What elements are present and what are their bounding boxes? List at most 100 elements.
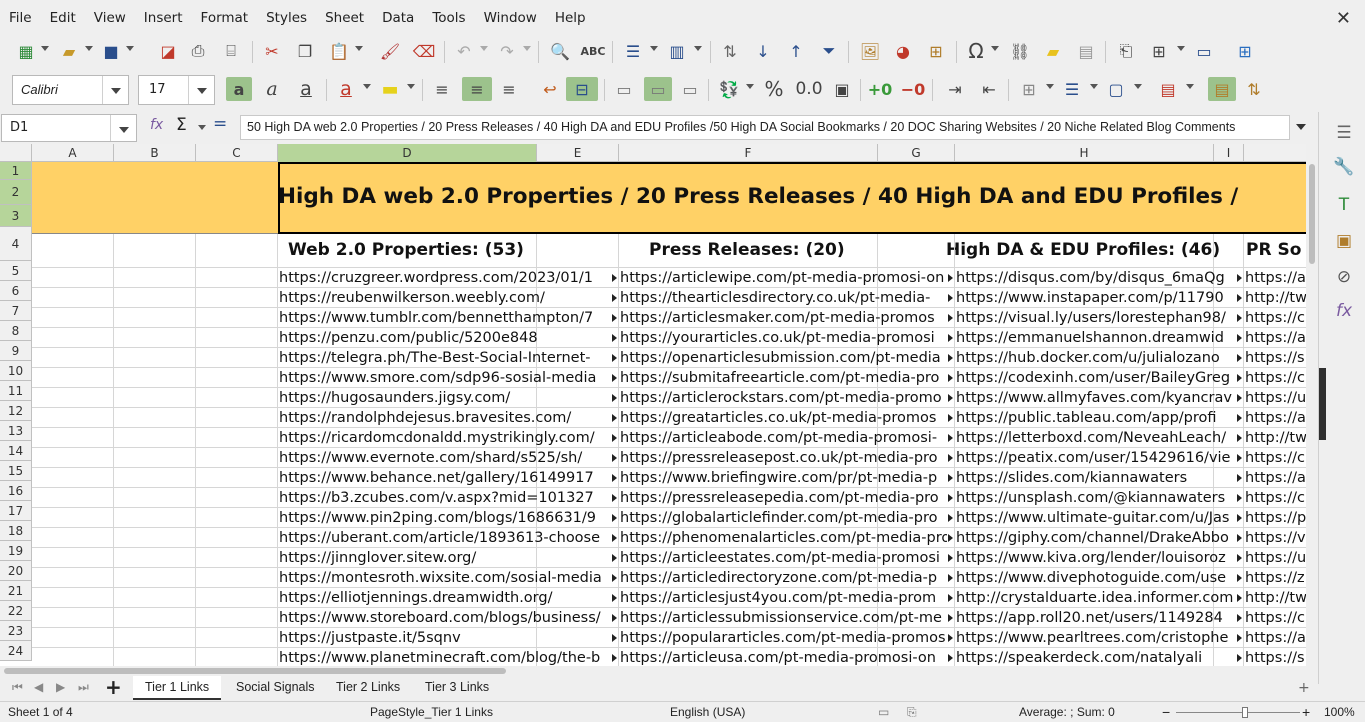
autofilter-icon[interactable]: ⏷: [817, 39, 841, 63]
increase-indent-icon[interactable]: ⇥: [943, 77, 967, 101]
press-header[interactable]: Press Releases: (20): [649, 240, 845, 260]
chevron-down-icon[interactable]: [110, 115, 136, 141]
horizontal-scrollbar[interactable]: [0, 666, 1318, 676]
last-sheet-icon[interactable]: ⏭: [78, 680, 89, 695]
header-footer-icon[interactable]: ▤: [1074, 39, 1098, 63]
merge-center-icon[interactable]: ⊟: [566, 77, 598, 101]
scroll-thumb[interactable]: [4, 668, 506, 674]
link-cell[interactable]: https://c: [1244, 448, 1306, 468]
zoom-level[interactable]: 100%: [1324, 702, 1355, 722]
link-cell[interactable]: https://articlewipe.com/pt-media-promosi…: [619, 268, 947, 288]
edu-header[interactable]: High DA & EDU Profiles: (46): [946, 240, 1220, 260]
expand-formula-icon[interactable]: [1296, 124, 1306, 130]
gallery-icon[interactable]: ▣: [1331, 228, 1357, 254]
add-sheet-icon[interactable]: +: [105, 676, 122, 698]
delete-decimal-icon[interactable]: −0: [901, 77, 926, 101]
link-cell[interactable]: https://a: [1244, 628, 1306, 648]
link-cell[interactable]: https://u: [1244, 388, 1306, 408]
link-cell[interactable]: https://www.tumblr.com/bennetthampton/7: [278, 308, 611, 328]
row-header[interactable]: 5: [0, 261, 32, 281]
link-cell[interactable]: https://speakerdeck.com/natalyali: [955, 648, 1236, 666]
zoom-out-icon[interactable]: −: [1162, 702, 1170, 722]
link-cell[interactable]: https://c: [1244, 608, 1306, 628]
row-header[interactable]: 8: [0, 321, 32, 341]
link-cell[interactable]: https://app.roll20.net/users/1149284: [955, 608, 1236, 628]
menu-styles[interactable]: Styles: [257, 0, 316, 36]
export-pdf-icon[interactable]: ◪: [156, 39, 180, 63]
cut-icon[interactable]: ✂: [260, 39, 284, 63]
link-cell[interactable]: https://u: [1244, 548, 1306, 568]
row-header[interactable]: 10: [0, 361, 32, 381]
row-header[interactable]: 11: [0, 381, 32, 401]
link-cell[interactable]: https://codexinh.com/user/BaileyGreg: [955, 368, 1236, 388]
column-header[interactable]: B: [114, 144, 196, 162]
link-cell[interactable]: https://www.instapaper.com/p/11790: [955, 288, 1236, 308]
conditional-format-icon[interactable]: ▤: [1156, 77, 1180, 101]
link-cell[interactable]: https://a: [1244, 268, 1306, 288]
new-icon[interactable]: ▦: [14, 39, 38, 63]
link-cell[interactable]: https://www.behance.net/gallery/16149917: [278, 468, 611, 488]
link-cell[interactable]: https://www.kiva.org/lender/louisoroz: [955, 548, 1236, 568]
select-all-corner[interactable]: [0, 144, 32, 162]
link-cell[interactable]: https://emmanuelshannon.dreamwid: [955, 328, 1236, 348]
menu-insert[interactable]: Insert: [135, 0, 192, 36]
row-header[interactable]: 22: [0, 601, 32, 621]
image-icon[interactable]: 🖼: [858, 39, 882, 63]
link-cell[interactable]: https://uberant.com/article/1893613-choo…: [278, 528, 611, 548]
link-cell[interactable]: https://pressreleasepedia.com/pt-media-p…: [619, 488, 947, 508]
link-cell[interactable]: https://hub.docker.com/u/julialozano: [955, 348, 1236, 368]
functions-icon[interactable]: fx: [1331, 298, 1357, 324]
link-cell[interactable]: https://jinnglover.sitew.org/: [278, 548, 611, 568]
redo-icon[interactable]: ↷: [495, 39, 519, 63]
sort-descending-icon[interactable]: ↑: [784, 39, 808, 63]
underline-icon[interactable]: a: [294, 77, 318, 101]
row-header[interactable]: 24: [0, 641, 32, 661]
link-cell[interactable]: https://giphy.com/channel/DrakeAbbo: [955, 528, 1236, 548]
currency-format-icon[interactable]: 💱: [717, 77, 741, 101]
sidebar-collapse-handle[interactable]: [1319, 368, 1326, 440]
row-icon[interactable]: ☰: [621, 39, 645, 63]
link-cell[interactable]: https://articleusa.com/pt-media-promosi-…: [619, 648, 947, 666]
link-cell[interactable]: https://s: [1244, 348, 1306, 368]
menu-sheet[interactable]: Sheet: [316, 0, 373, 36]
formula-input[interactable]: 50 High DA web 2.0 Properties / 20 Press…: [240, 115, 1290, 140]
print-icon[interactable]: ⎙: [186, 39, 210, 63]
link-cell[interactable]: https://articledirectoryzone.com/pt-medi…: [619, 568, 947, 588]
wrap-text-icon[interactable]: ↩: [538, 77, 562, 101]
column-header[interactable]: I: [1214, 144, 1244, 162]
selection-sum[interactable]: Average: ; Sum: 0: [1019, 702, 1115, 722]
sort-icon[interactable]: ⇅: [718, 39, 742, 63]
link-cell[interactable]: https://thearticlesdirectory.co.uk/pt-me…: [619, 288, 947, 308]
menu-edit[interactable]: Edit: [41, 0, 85, 36]
sort-ascending-icon[interactable]: ↓: [751, 39, 775, 63]
align-right-icon[interactable]: ≡: [497, 77, 521, 101]
link-cell[interactable]: https://b3.zcubes.com/v.aspx?mid=101327: [278, 488, 611, 508]
hyperlink-icon[interactable]: ⛓: [1008, 39, 1032, 63]
spellcheck-icon[interactable]: ABC: [581, 39, 606, 63]
tab-scroll-plus-icon[interactable]: +: [1298, 680, 1310, 696]
link-cell[interactable]: https://a: [1244, 408, 1306, 428]
column-header[interactable]: F: [619, 144, 878, 162]
column-header[interactable]: G: [878, 144, 955, 162]
bold-icon[interactable]: a: [226, 77, 252, 101]
document-modified-icon[interactable]: ⎘: [907, 702, 917, 722]
paste-icon[interactable]: 📋: [327, 39, 351, 63]
link-cell[interactable]: https://peatix.com/user/15429616/vie: [955, 448, 1236, 468]
selection-mode-icon[interactable]: ▭: [878, 702, 889, 722]
column-header[interactable]: A: [32, 144, 114, 162]
link-cell[interactable]: https://c: [1244, 488, 1306, 508]
center-vertically-icon[interactable]: ▭: [644, 77, 672, 101]
vertical-scrollbar[interactable]: [1306, 144, 1318, 666]
zoom-in-icon[interactable]: +: [1302, 702, 1310, 722]
link-cell[interactable]: https://greatarticles.co.uk/pt-media-pro…: [619, 408, 947, 428]
pr-header[interactable]: PR So: [1246, 240, 1301, 260]
link-cell[interactable]: https://letterboxd.com/NeveahLeach/: [955, 428, 1236, 448]
row-header[interactable]: 2: [0, 180, 32, 205]
show-draw-functions-icon[interactable]: ⊞: [1233, 39, 1257, 63]
find-replace-icon[interactable]: 🔍: [548, 39, 572, 63]
cell-area[interactable]: High DA web 2.0 Properties / 20 Press Re…: [32, 162, 1306, 666]
font-size-combo[interactable]: 17: [138, 75, 215, 105]
column-header[interactable]: [1244, 144, 1306, 162]
properties-icon[interactable]: 🔧: [1331, 154, 1357, 180]
navigator-icon[interactable]: ⊘: [1331, 264, 1357, 290]
